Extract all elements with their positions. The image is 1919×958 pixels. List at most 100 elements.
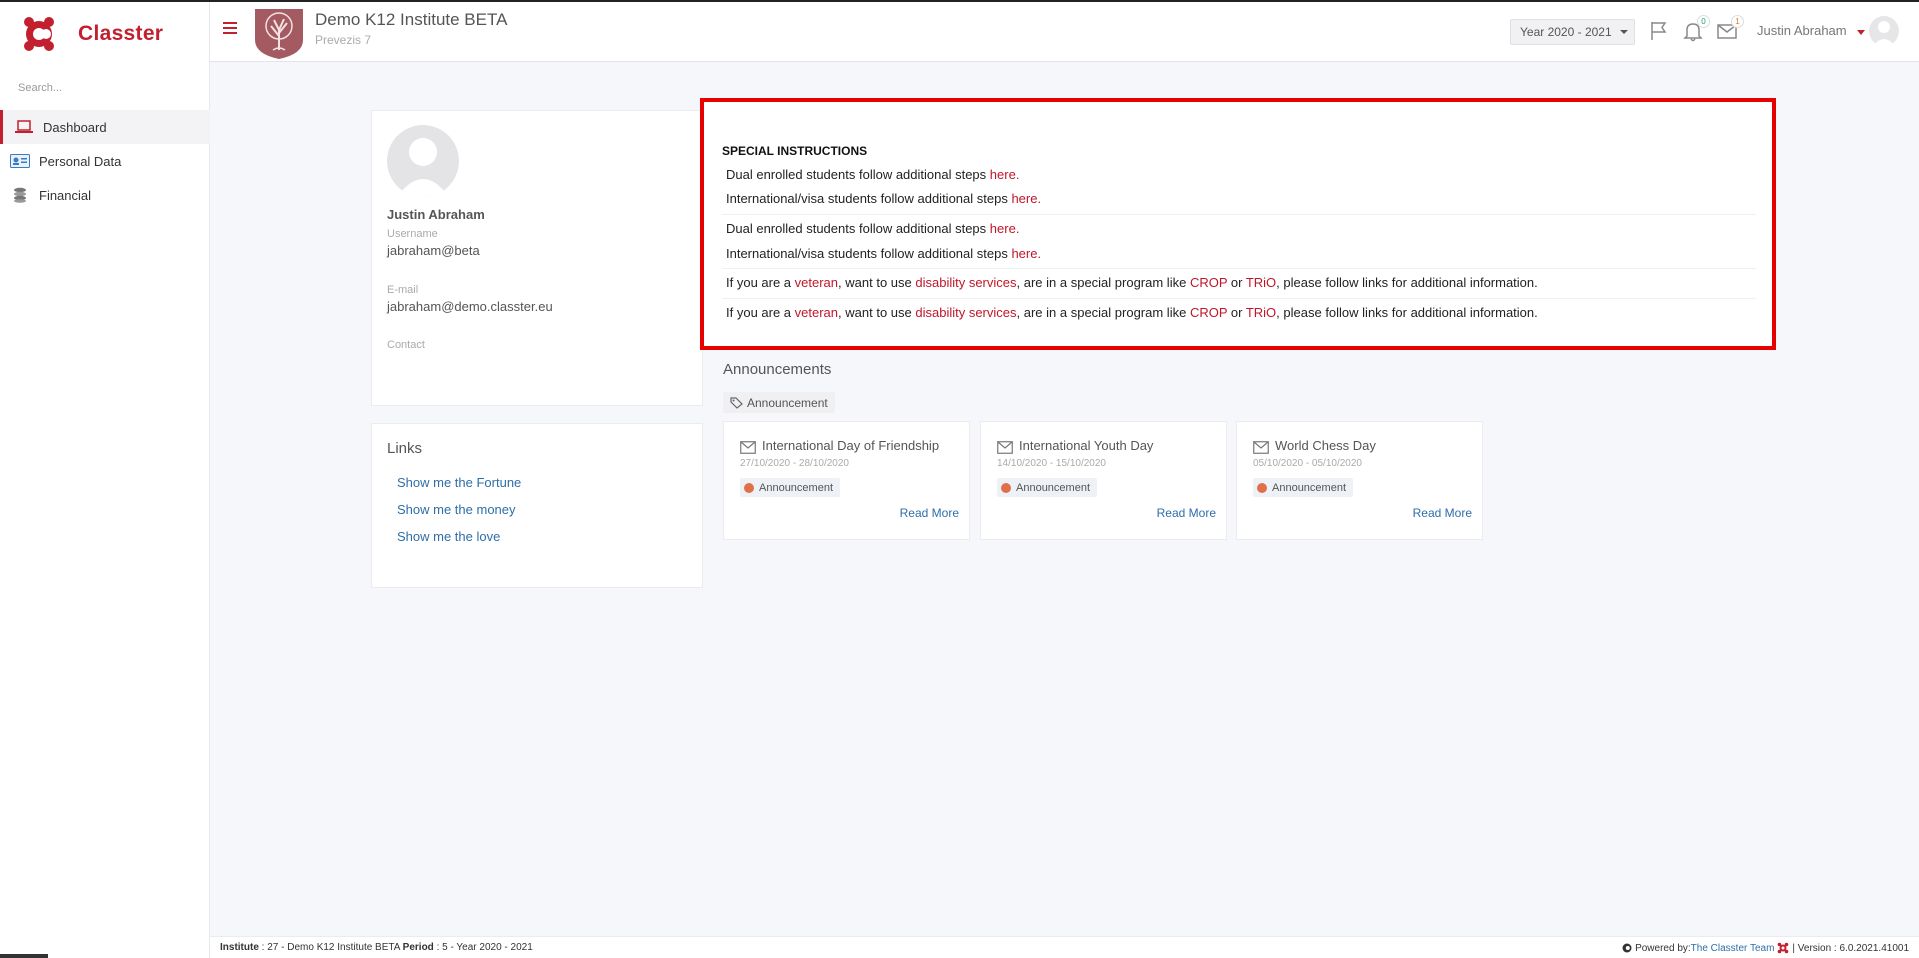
- classter-c-icon: [1622, 943, 1632, 953]
- classter-team-link[interactable]: The Classter Team: [1691, 943, 1775, 954]
- link-fortune[interactable]: Show me the Fortune: [397, 475, 521, 490]
- international-line-2: International/visa students follow addit…: [726, 246, 1042, 261]
- sidebar-item-label: Financial: [39, 187, 92, 203]
- menu-toggle-button[interactable]: [223, 22, 237, 36]
- announcement-title: World Chess Day: [1275, 438, 1376, 453]
- special-instructions-box: SPECIAL INSTRUCTIONS Dual enrolled stude…: [700, 98, 1776, 350]
- window-bottom-edge: [0, 954, 48, 958]
- announcement-card[interactable]: International Youth Day 14/10/2020 - 15/…: [980, 421, 1227, 540]
- profile-card: Justin Abraham Username jabraham@beta E-…: [371, 110, 703, 406]
- classter-small-logo-icon: [1778, 942, 1789, 954]
- announcement-date: 14/10/2020 - 15/10/2020: [997, 458, 1106, 469]
- sidebar-nav: Dashboard Personal Data Financial: [0, 110, 210, 212]
- here-link[interactable]: here: [1011, 191, 1037, 206]
- username-value: jabraham@beta: [387, 243, 480, 258]
- announcements-title: Announcements: [723, 361, 832, 378]
- announcement-category-badge: Announcement: [1253, 478, 1353, 497]
- brand[interactable]: Classter: [18, 12, 163, 56]
- announcement-card[interactable]: International Day of Friendship 27/10/20…: [723, 421, 970, 540]
- veteran-line-2: If you are a veteran, want to use disabi…: [726, 305, 1538, 320]
- search-input[interactable]: [18, 80, 198, 96]
- disability-services-link[interactable]: disability services: [915, 275, 1016, 290]
- announcement-date: 27/10/2020 - 28/10/2020: [740, 458, 849, 469]
- trio-link[interactable]: TRiO: [1246, 305, 1276, 320]
- special-instructions-title: SPECIAL INSTRUCTIONS: [722, 144, 868, 158]
- year-select-value: Year 2020 - 2021: [1520, 25, 1612, 39]
- here-link[interactable]: here: [990, 221, 1016, 236]
- crop-link[interactable]: CROP: [1190, 305, 1227, 320]
- chevron-down-icon: [1619, 30, 1628, 34]
- veteran-link[interactable]: veteran: [795, 305, 838, 320]
- divider: [722, 214, 1756, 215]
- announcement-card[interactable]: World Chess Day 05/10/2020 - 05/10/2020 …: [1236, 421, 1483, 540]
- flag-button[interactable]: [1648, 20, 1670, 42]
- institute-title: Demo K12 Institute BETA: [315, 10, 508, 29]
- sidebar: Classter Dashboard Personal Data Financi…: [0, 2, 210, 958]
- announcement-category-badge: Announcement: [740, 478, 840, 497]
- footer-powered-by: Powered by: The Classter Team | Version …: [1622, 942, 1909, 954]
- sidebar-item-label: Personal Data: [39, 153, 122, 169]
- international-line-1: International/visa students follow addit…: [726, 191, 1042, 206]
- hamburger-icon: [223, 22, 237, 24]
- envelope-icon: [1253, 441, 1269, 454]
- link-money[interactable]: Show me the money: [397, 502, 516, 517]
- announcement-filter-tag[interactable]: Announcement: [723, 392, 835, 413]
- dual-enrolled-line-1: Dual enrolled students follow additional…: [726, 167, 1020, 182]
- here-link[interactable]: here: [1011, 246, 1037, 261]
- classter-logo-icon: [24, 17, 54, 51]
- flag-icon: [1651, 22, 1667, 40]
- special-instructions-content: SPECIAL INSTRUCTIONS Dual enrolled stude…: [722, 126, 1756, 333]
- announcement-title: International Youth Day: [1019, 438, 1154, 453]
- user-caret-icon: [1857, 30, 1865, 35]
- sidebar-item-personal-data[interactable]: Personal Data: [0, 144, 210, 178]
- divider: [722, 298, 1756, 299]
- id-card-icon: [10, 153, 30, 169]
- messages-badge: 1: [1731, 15, 1744, 28]
- read-more-link[interactable]: Read More: [1413, 506, 1472, 520]
- divider: [722, 268, 1756, 269]
- veteran-line-1: If you are a veteran, want to use disabi…: [726, 275, 1538, 290]
- category-dot-icon: [1001, 482, 1011, 493]
- avatar-silhouette-icon: [1873, 21, 1895, 46]
- brand-name: Classter: [78, 22, 164, 45]
- footer-institute-info: Institute : 27 - Demo K12 Institute BETA…: [220, 942, 533, 953]
- link-love[interactable]: Show me the love: [397, 529, 500, 544]
- here-link[interactable]: here: [990, 167, 1016, 182]
- avatar-silhouette-icon: [397, 138, 449, 197]
- announcement-category-badge: Announcement: [997, 478, 1097, 497]
- username-label: Username: [387, 228, 438, 240]
- sidebar-item-label: Dashboard: [43, 119, 107, 135]
- institute-subtitle: Prevezis 7: [315, 33, 372, 47]
- category-dot-icon: [1257, 482, 1267, 493]
- tag-icon: [730, 396, 743, 409]
- disability-services-link[interactable]: disability services: [915, 305, 1016, 320]
- links-card: Links Show me the Fortune Show me the mo…: [371, 423, 703, 588]
- email-value: jabraham@demo.classter.eu: [387, 299, 553, 314]
- read-more-link[interactable]: Read More: [900, 506, 959, 520]
- envelope-icon: [997, 441, 1013, 454]
- year-select[interactable]: Year 2020 - 2021: [1510, 19, 1635, 45]
- category-dot-icon: [744, 482, 754, 493]
- institute-tree-logo-icon: [255, 9, 303, 59]
- messages-button[interactable]: 1: [1716, 15, 1744, 42]
- trio-link[interactable]: TRiO: [1246, 275, 1276, 290]
- notifications-button[interactable]: 0: [1682, 15, 1710, 42]
- sidebar-item-dashboard[interactable]: Dashboard: [0, 110, 210, 144]
- announcement-title: International Day of Friendship: [762, 438, 940, 453]
- dual-enrolled-line-2: Dual enrolled students follow additional…: [726, 221, 1020, 236]
- veteran-link[interactable]: veteran: [795, 275, 838, 290]
- envelope-icon: [740, 441, 756, 454]
- notifications-badge: 0: [1697, 15, 1710, 28]
- links-title: Links: [387, 440, 423, 457]
- user-menu[interactable]: Justin Abraham: [1757, 23, 1847, 38]
- footer: Institute : 27 - Demo K12 Institute BETA…: [210, 936, 1919, 958]
- email-label: E-mail: [387, 284, 419, 296]
- announcement-date: 05/10/2020 - 05/10/2020: [1253, 458, 1362, 469]
- profile-name: Justin Abraham: [387, 207, 485, 222]
- sidebar-item-financial[interactable]: Financial: [0, 178, 210, 212]
- contact-label: Contact: [387, 339, 425, 351]
- laptop-icon: [14, 119, 34, 135]
- user-avatar[interactable]: [1869, 16, 1899, 46]
- read-more-link[interactable]: Read More: [1157, 506, 1216, 520]
- crop-link[interactable]: CROP: [1190, 275, 1227, 290]
